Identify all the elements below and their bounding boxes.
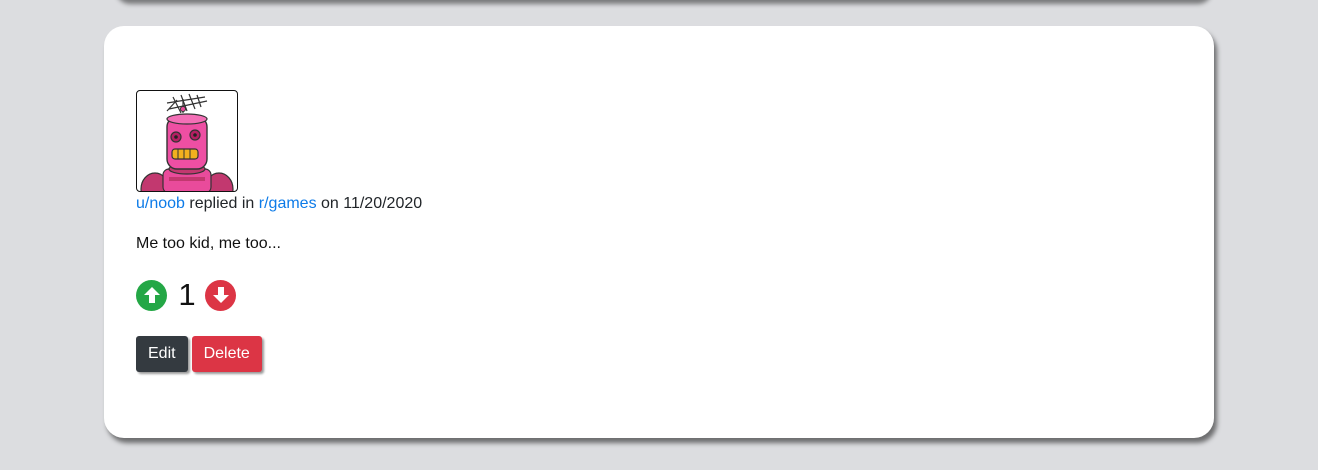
robot-avatar-icon: [140, 93, 234, 191]
comment-date: on 11/20/2020: [316, 195, 423, 212]
author-link[interactable]: u/noob: [136, 195, 185, 212]
comment-card: u/noob replied in r/games on 11/20/2020 …: [104, 26, 1214, 438]
subreddit-link[interactable]: r/games: [259, 195, 317, 212]
arrow-up-circle-icon: [143, 287, 160, 303]
upvote-button[interactable]: [136, 279, 167, 311]
delete-button[interactable]: Delete: [191, 336, 262, 372]
action-text: replied in: [184, 195, 259, 212]
robot-avatar[interactable]: [136, 90, 238, 192]
edit-button[interactable]: Edit: [136, 336, 188, 372]
comment-body: Me too kid, me too...: [136, 235, 281, 252]
comment-actions: Edit Delete: [136, 336, 262, 372]
downvote-button[interactable]: [205, 279, 236, 311]
comment-meta: u/noob replied in r/games on 11/20/2020: [136, 195, 422, 213]
vote-controls: 1: [136, 279, 236, 311]
arrow-down-circle-icon: [212, 287, 229, 303]
vote-score: 1: [178, 277, 196, 312]
